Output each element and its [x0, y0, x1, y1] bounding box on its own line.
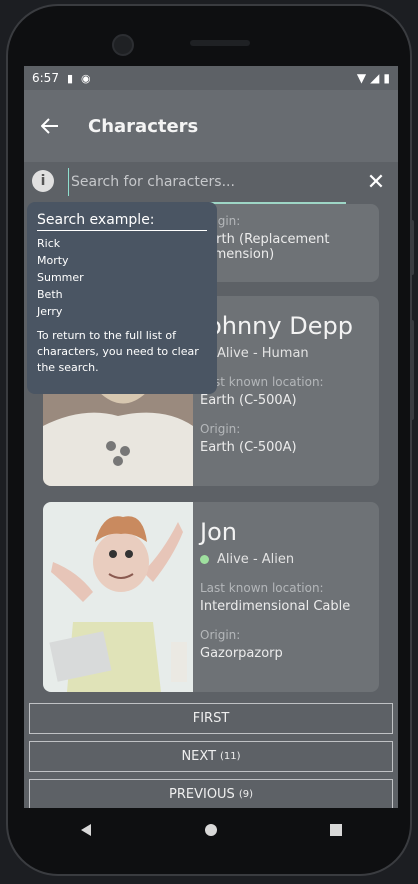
origin-label: Origin: — [200, 628, 241, 642]
status-text: Alive - Human — [217, 346, 309, 361]
next-page-count: (11) — [220, 751, 241, 762]
clear-search-icon[interactable]: ✕ — [364, 170, 388, 195]
character-image — [43, 502, 193, 692]
status-bar: 6:57 ▮ ◉ ▼ ◢ ▮ — [24, 66, 398, 90]
search-help-tooltip: Search example: Rick Morty Summer Beth J… — [27, 202, 217, 394]
character-status: Alive - Human — [200, 346, 371, 361]
status-text: Alive - Alien — [217, 552, 295, 567]
next-button-label: NEXT — [181, 749, 217, 764]
previous-page-button[interactable]: PREVIOUS (9) — [29, 779, 393, 808]
front-camera — [112, 34, 134, 56]
character-card[interactable]: Jon Alive - Alien Last known location: I… — [43, 502, 379, 692]
character-name: Johnny Depp — [200, 312, 353, 340]
previous-page-count: (9) — [238, 789, 253, 800]
android-nav-bar — [24, 808, 398, 852]
location-label: Last known location: — [200, 581, 324, 595]
wifi-icon: ▼ — [356, 71, 367, 85]
sd-card-icon: ▮ — [66, 71, 74, 85]
origin-label: Origin: — [200, 214, 241, 228]
signal-icon: ◢ — [370, 71, 380, 85]
app-bar: Characters — [24, 90, 398, 162]
nav-back-icon[interactable] — [76, 820, 96, 840]
search-bar: i — [24, 162, 398, 202]
origin-value: Gazorpazorp — [200, 646, 283, 661]
location-value: Earth (C-500A) — [200, 393, 297, 408]
earpiece-speaker — [190, 40, 250, 46]
app-screen: 6:57 ▮ ◉ ▼ ◢ ▮ Characters i ✕ Origin: Ea… — [24, 66, 398, 808]
location-label: Last known location: — [200, 375, 324, 389]
back-arrow-icon[interactable] — [38, 114, 62, 138]
volume-button — [410, 320, 414, 420]
example-item: Summer — [37, 271, 84, 284]
power-button — [410, 220, 414, 275]
page-title: Characters — [88, 115, 199, 137]
next-page-button[interactable]: NEXT (11) — [29, 741, 393, 772]
origin-value: Earth (Replacement Dimension) — [200, 232, 330, 262]
tooltip-heading: Search example: — [37, 212, 207, 231]
example-item: Jerry — [37, 305, 63, 318]
status-time: 6:57 — [32, 71, 59, 85]
origin-label: Origin: — [200, 422, 241, 436]
status-dot — [200, 555, 209, 564]
first-button-label: FIRST — [192, 711, 230, 726]
example-item: Morty — [37, 254, 69, 267]
tooltip-examples: Rick Morty Summer Beth Jerry — [37, 235, 207, 320]
search-input[interactable] — [68, 168, 353, 196]
character-status: Alive - Alien — [200, 552, 371, 567]
tooltip-note: To return to the full list of characters… — [37, 329, 199, 374]
sync-icon: ◉ — [81, 71, 91, 85]
nav-home-icon[interactable] — [201, 820, 221, 840]
origin-value: Earth (C-500A) — [200, 440, 297, 455]
previous-button-label: PREVIOUS — [169, 787, 235, 802]
nav-recents-icon[interactable] — [326, 820, 346, 840]
location-value: Interdimensional Cable — [200, 599, 351, 614]
character-name: Jon — [200, 518, 237, 546]
example-item: Rick — [37, 237, 61, 250]
battery-icon: ▮ — [383, 71, 390, 85]
info-icon[interactable]: i — [32, 170, 54, 192]
first-page-button[interactable]: FIRST — [29, 703, 393, 734]
example-item: Beth — [37, 288, 63, 301]
